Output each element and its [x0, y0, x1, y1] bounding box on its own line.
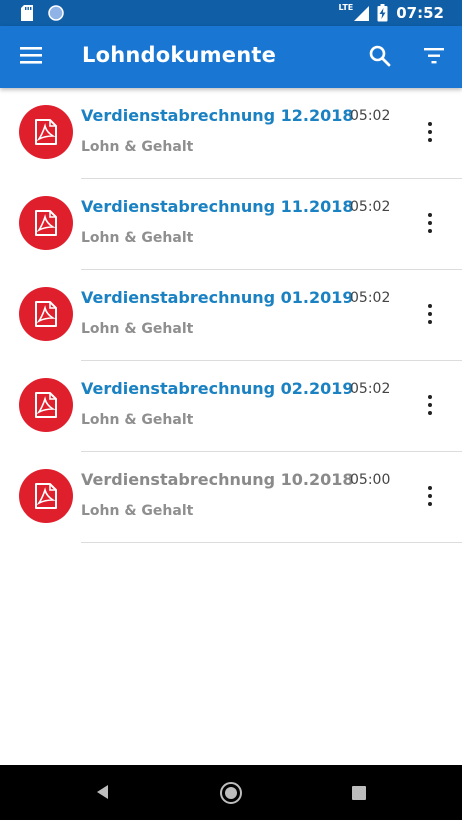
- more-options-button[interactable]: [420, 212, 440, 234]
- more-vert-icon: [428, 213, 432, 233]
- pdf-badge: [19, 469, 73, 523]
- more-options-button[interactable]: [420, 121, 440, 143]
- more-options-button[interactable]: [420, 485, 440, 507]
- sd-card-icon: [21, 5, 33, 21]
- document-title: Verdienstabrechnung 10.2018: [81, 470, 354, 489]
- recents-icon: [352, 786, 366, 800]
- document-time: 05:02: [350, 290, 391, 306]
- pdf-file-icon: [35, 301, 57, 327]
- document-time: 05:02: [350, 108, 391, 124]
- pdf-badge: [19, 378, 73, 432]
- pdf-file-icon: [35, 392, 57, 418]
- document-title: Verdienstabrechnung 12.2018: [81, 106, 354, 125]
- search-icon: [369, 45, 391, 67]
- more-vert-icon: [428, 486, 432, 506]
- document-row[interactable]: Verdienstabrechnung 01.2019 Lohn & Gehal…: [0, 270, 462, 361]
- document-category: Lohn & Gehalt: [81, 230, 194, 246]
- more-vert-icon: [428, 304, 432, 324]
- pdf-file-icon: [35, 483, 57, 509]
- document-time: 05:02: [350, 199, 391, 215]
- document-title: Verdienstabrechnung 01.2019: [81, 288, 354, 307]
- clock: 07:52: [396, 4, 444, 22]
- pdf-badge: [19, 105, 73, 159]
- document-category: Lohn & Gehalt: [81, 503, 194, 519]
- pdf-file-icon: [35, 210, 57, 236]
- document-row[interactable]: Verdienstabrechnung 02.2019 Lohn & Gehal…: [0, 361, 462, 452]
- back-button[interactable]: [94, 783, 112, 805]
- search-button[interactable]: [368, 44, 392, 68]
- back-icon: [97, 785, 108, 799]
- divider: [81, 542, 462, 543]
- more-vert-icon: [428, 395, 432, 415]
- recents-button[interactable]: [351, 785, 367, 805]
- document-list: Verdienstabrechnung 12.2018 Lohn & Gehal…: [0, 88, 462, 543]
- document-category: Lohn & Gehalt: [81, 139, 194, 155]
- page-title: Lohndokumente: [82, 43, 277, 67]
- document-title: Verdienstabrechnung 11.2018: [81, 197, 354, 216]
- document-row[interactable]: Verdienstabrechnung 11.2018 Lohn & Gehal…: [0, 179, 462, 270]
- document-time: 05:00: [350, 472, 391, 488]
- pdf-file-icon: [35, 119, 57, 145]
- document-row[interactable]: Verdienstabrechnung 10.2018 Lohn & Gehal…: [0, 452, 462, 543]
- more-options-button[interactable]: [420, 303, 440, 325]
- system-nav-bar: [0, 765, 462, 820]
- document-row[interactable]: Verdienstabrechnung 12.2018 Lohn & Gehal…: [0, 88, 462, 179]
- app-bar: Lohndokumente: [0, 26, 462, 88]
- menu-button[interactable]: [20, 46, 44, 66]
- menu-icon: [20, 47, 42, 64]
- status-bar: LTE 07:52: [0, 0, 462, 26]
- signal-icon: [354, 6, 370, 21]
- document-title: Verdienstabrechnung 02.2019: [81, 379, 354, 398]
- home-icon: [220, 782, 242, 804]
- sync-circle-icon: [48, 5, 64, 21]
- filter-icon: [424, 48, 444, 64]
- document-category: Lohn & Gehalt: [81, 412, 194, 428]
- pdf-badge: [19, 287, 73, 341]
- document-time: 05:02: [350, 381, 391, 397]
- more-vert-icon: [428, 122, 432, 142]
- filter-button[interactable]: [422, 46, 446, 66]
- pdf-badge: [19, 196, 73, 250]
- home-button[interactable]: [219, 781, 243, 809]
- document-category: Lohn & Gehalt: [81, 321, 194, 337]
- more-options-button[interactable]: [420, 394, 440, 416]
- network-type-label: LTE: [338, 3, 354, 12]
- battery-charging-icon: [377, 4, 388, 22]
